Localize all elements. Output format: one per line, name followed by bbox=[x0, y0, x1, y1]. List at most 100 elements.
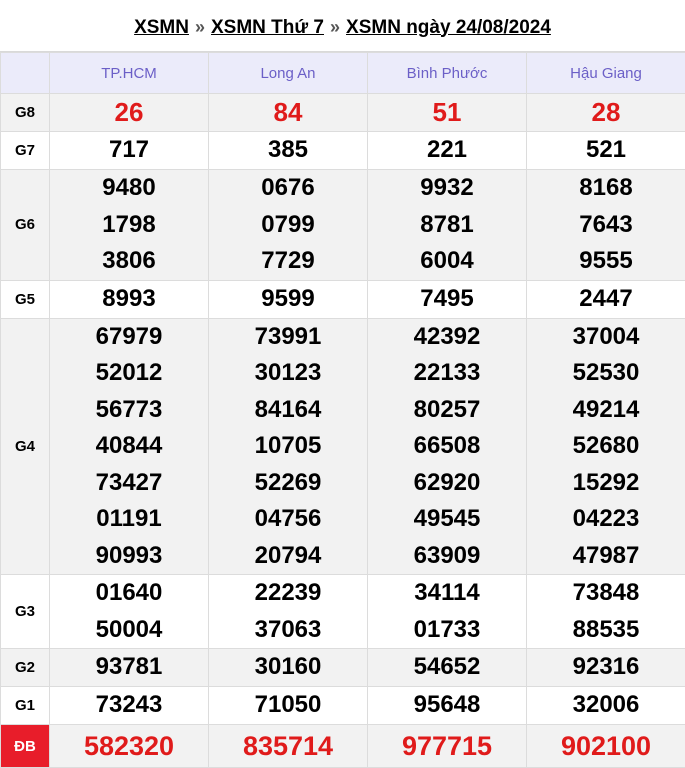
prize-cell: 28 bbox=[527, 94, 685, 132]
prize-number: 49214 bbox=[527, 392, 685, 429]
prize-number: 1798 bbox=[50, 207, 208, 244]
province-header-tphcm[interactable]: TP.HCM bbox=[50, 53, 209, 94]
prize-number: 37063 bbox=[209, 612, 367, 649]
prize-number: 221 bbox=[368, 132, 526, 169]
prize-label: ĐB bbox=[1, 725, 50, 768]
breadcrumb-link-xsmn[interactable]: XSMN bbox=[134, 17, 189, 39]
prize-number: 84164 bbox=[209, 392, 367, 429]
prize-number: 88535 bbox=[527, 612, 685, 649]
prize-number: 01191 bbox=[50, 501, 208, 538]
prize-number: 7729 bbox=[209, 243, 367, 280]
prize-number: 582320 bbox=[50, 725, 208, 767]
prize-cell: 92316 bbox=[527, 649, 685, 687]
prize-cell: 73243 bbox=[50, 687, 209, 725]
prize-number: 7495 bbox=[368, 281, 526, 318]
prize-number: 7643 bbox=[527, 207, 685, 244]
prize-number: 52530 bbox=[527, 355, 685, 392]
province-header-binh-phuoc[interactable]: Bình Phước bbox=[368, 53, 527, 94]
prize-cell: 7495 bbox=[368, 280, 527, 318]
prize-number: 71050 bbox=[209, 687, 367, 724]
prize-number: 22133 bbox=[368, 355, 526, 392]
prize-number: 01733 bbox=[368, 612, 526, 649]
prize-row-g6: G694801798380606760799772999328781600481… bbox=[1, 170, 685, 281]
prize-number: 9555 bbox=[527, 243, 685, 280]
prize-label: G2 bbox=[1, 649, 50, 687]
prize-number: 9932 bbox=[368, 170, 526, 207]
prize-number: 521 bbox=[527, 132, 685, 169]
header-corner-cell bbox=[1, 53, 50, 94]
prize-number: 30160 bbox=[209, 649, 367, 686]
prize-number: 385 bbox=[209, 132, 367, 169]
prize-number: 95648 bbox=[368, 687, 526, 724]
province-header-long-an[interactable]: Long An bbox=[209, 53, 368, 94]
prize-row-g4: G467979520125677340844734270119190993739… bbox=[1, 318, 685, 575]
prize-number: 54652 bbox=[368, 649, 526, 686]
prize-cell: 2223937063 bbox=[209, 575, 368, 649]
prize-number: 90993 bbox=[50, 538, 208, 575]
prize-number: 34114 bbox=[368, 575, 526, 612]
breadcrumb-separator: » bbox=[195, 17, 205, 38]
prize-number: 73427 bbox=[50, 465, 208, 502]
prize-number: 93781 bbox=[50, 649, 208, 686]
prize-number: 10705 bbox=[209, 428, 367, 465]
prize-row-g5: G58993959974952447 bbox=[1, 280, 685, 318]
province-header-hau-giang[interactable]: Hậu Giang bbox=[527, 53, 685, 94]
table-header-row: TP.HCM Long An Bình Phước Hậu Giang bbox=[1, 53, 685, 94]
prize-number: 66508 bbox=[368, 428, 526, 465]
prize-number: 2447 bbox=[527, 281, 685, 318]
prize-label: G8 bbox=[1, 94, 50, 132]
prize-number: 51 bbox=[368, 94, 526, 131]
prize-number: 30123 bbox=[209, 355, 367, 392]
prize-number: 50004 bbox=[50, 612, 208, 649]
prize-number: 73848 bbox=[527, 575, 685, 612]
prize-row-g7: G7717385221521 bbox=[1, 132, 685, 170]
prize-label: G4 bbox=[1, 318, 50, 575]
prize-cell: 32006 bbox=[527, 687, 685, 725]
prize-cell: 93781 bbox=[50, 649, 209, 687]
prize-number: 3806 bbox=[50, 243, 208, 280]
prize-number: 63909 bbox=[368, 538, 526, 575]
prize-cell: 993287816004 bbox=[368, 170, 527, 281]
prize-number: 67979 bbox=[50, 319, 208, 356]
breadcrumb-link-xsmn-thu-7[interactable]: XSMN Thứ 7 bbox=[211, 17, 324, 39]
prize-number: 977715 bbox=[368, 725, 526, 767]
prize-label: G3 bbox=[1, 575, 50, 649]
prize-number: 01640 bbox=[50, 575, 208, 612]
results-table: TP.HCM Long An Bình Phước Hậu Giang G826… bbox=[0, 52, 685, 768]
prize-number: 22239 bbox=[209, 575, 367, 612]
prize-cell: 9599 bbox=[209, 280, 368, 318]
prize-cell: 54652 bbox=[368, 649, 527, 687]
prize-cell: 7384888535 bbox=[527, 575, 685, 649]
breadcrumb-link-xsmn-date[interactable]: XSMN ngày 24/08/2024 bbox=[346, 17, 551, 39]
prize-cell: 816876439555 bbox=[527, 170, 685, 281]
prize-cell: 221 bbox=[368, 132, 527, 170]
prize-cell: 37004525304921452680152920422347987 bbox=[527, 318, 685, 575]
prize-cell: 902100 bbox=[527, 725, 685, 768]
prize-cell: 0164050004 bbox=[50, 575, 209, 649]
prize-number: 04756 bbox=[209, 501, 367, 538]
prize-number: 04223 bbox=[527, 501, 685, 538]
prize-number: 56773 bbox=[50, 392, 208, 429]
prize-cell: 2447 bbox=[527, 280, 685, 318]
prize-number: 0676 bbox=[209, 170, 367, 207]
prize-cell: 717 bbox=[50, 132, 209, 170]
prize-number: 717 bbox=[50, 132, 208, 169]
prize-number: 52269 bbox=[209, 465, 367, 502]
prize-label: G5 bbox=[1, 280, 50, 318]
prize-number: 9599 bbox=[209, 281, 367, 318]
prize-label: G6 bbox=[1, 170, 50, 281]
prize-cell: 385 bbox=[209, 132, 368, 170]
prize-number: 49545 bbox=[368, 501, 526, 538]
prize-number: 32006 bbox=[527, 687, 685, 724]
prize-cell: 42392221338025766508629204954563909 bbox=[368, 318, 527, 575]
prize-number: 8781 bbox=[368, 207, 526, 244]
prize-cell: 67979520125677340844734270119190993 bbox=[50, 318, 209, 575]
prize-row-g1: G173243710509564832006 bbox=[1, 687, 685, 725]
prize-row-g3: G301640500042223937063341140173373848885… bbox=[1, 575, 685, 649]
prize-cell: 977715 bbox=[368, 725, 527, 768]
prize-number: 8168 bbox=[527, 170, 685, 207]
prize-cell: 067607997729 bbox=[209, 170, 368, 281]
prize-number: 52012 bbox=[50, 355, 208, 392]
prize-number: 84 bbox=[209, 94, 367, 131]
prize-cell: 51 bbox=[368, 94, 527, 132]
